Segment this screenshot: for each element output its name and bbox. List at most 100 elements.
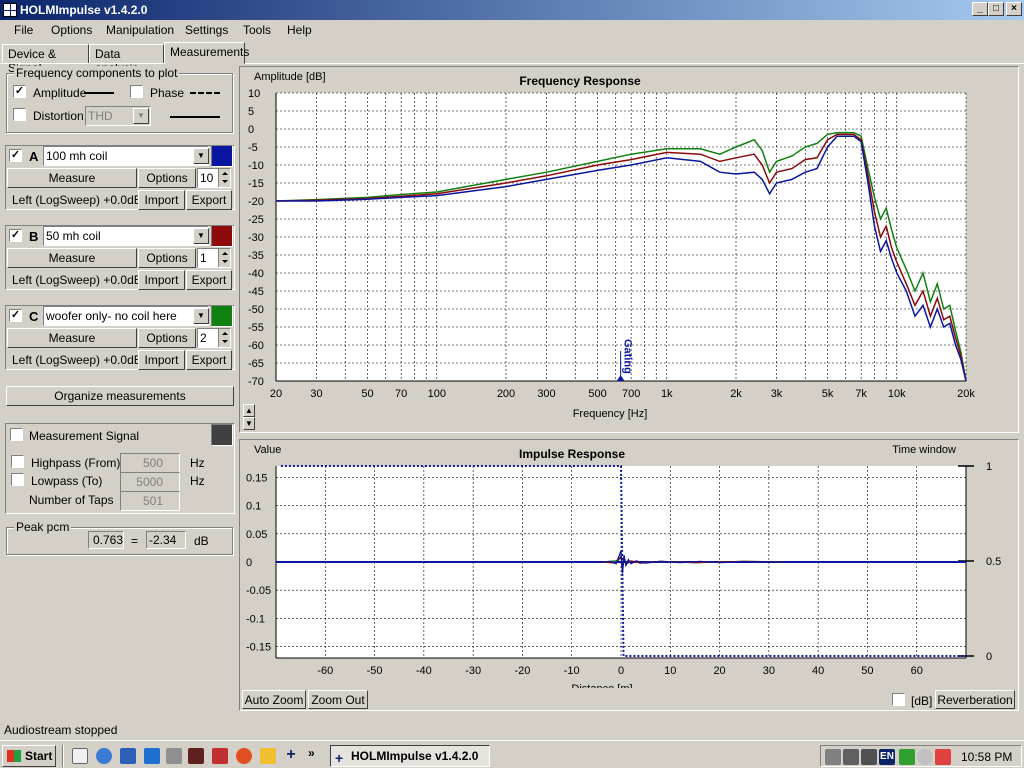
scroll-down-button[interactable]: ▼	[243, 417, 255, 430]
measure-button[interactable]: Measure	[7, 168, 137, 188]
menu-tools[interactable]: Tools	[243, 23, 271, 37]
reverberation-button[interactable]: Reverberation	[935, 690, 1015, 709]
average-count-input[interactable]: 2	[197, 328, 231, 348]
signal-checkbox[interactable]	[10, 428, 23, 441]
maximize-button[interactable]: □	[988, 2, 1004, 16]
x-tick-label: 3k	[771, 388, 783, 400]
word-icon[interactable]	[120, 748, 136, 764]
lowpass-checkbox[interactable]	[11, 473, 24, 486]
measure-button[interactable]: Measure	[7, 248, 137, 268]
clock-app-icon[interactable]	[260, 748, 276, 764]
import-button[interactable]: Import	[138, 270, 185, 290]
taps-input[interactable]: 501	[120, 491, 180, 511]
menu-options[interactable]: Options	[51, 23, 92, 37]
menu-help[interactable]: Help	[287, 23, 312, 37]
average-count-input[interactable]: 10	[197, 168, 231, 188]
tab-measurements[interactable]: Measurements	[164, 42, 249, 64]
y-tick-label: -10	[248, 160, 264, 172]
chevron-down-icon[interactable]: ▼	[193, 148, 209, 164]
scroll-up-button[interactable]: ▲	[243, 404, 255, 417]
measurement-name-input[interactable]: woofer only- no coil here	[43, 306, 209, 326]
highpass-input[interactable]: 500	[120, 453, 180, 473]
y-tick-label: 0.1	[246, 501, 261, 513]
app-a-icon[interactable]	[144, 748, 160, 764]
average-count: 2	[200, 331, 207, 345]
menu-file[interactable]: File	[14, 23, 33, 37]
measurement-a-checkbox[interactable]: ✓	[9, 149, 22, 162]
media-icon[interactable]	[188, 748, 204, 764]
update-icon[interactable]	[917, 749, 933, 765]
highpass-checkbox[interactable]	[11, 455, 24, 468]
menu-manipulation[interactable]: Manipulation	[106, 23, 174, 37]
x-tick-label: 10	[664, 665, 676, 677]
lowpass-input[interactable]: 5000	[120, 472, 180, 492]
organize-measurements-button[interactable]: Organize measurements	[6, 386, 234, 406]
taskbar-app-holmimpulse[interactable]: + HOLMImpulse v1.4.2.0	[330, 745, 490, 767]
network-icon[interactable]	[843, 749, 859, 765]
signal-color-swatch[interactable]	[211, 424, 233, 446]
tab-data-analysis[interactable]: Data analysis	[89, 44, 164, 75]
minimize-button[interactable]: _	[972, 2, 988, 16]
messenger-icon[interactable]	[899, 749, 915, 765]
holm-quick-icon[interactable]: +	[283, 747, 299, 764]
start-label: Start	[25, 749, 53, 763]
distortion-checkbox[interactable]	[13, 108, 26, 121]
x-tick-label: 300	[537, 388, 555, 400]
player-icon[interactable]	[212, 748, 228, 764]
average-count-input[interactable]: 1	[197, 248, 231, 268]
measurement-c-checkbox[interactable]: ✓	[9, 309, 22, 322]
db-checkbox[interactable]	[892, 693, 905, 706]
import-button[interactable]: Import	[138, 350, 185, 370]
audio-icon[interactable]	[166, 748, 182, 764]
x-tick-label: 100	[428, 388, 446, 400]
y-tick-label: 5	[248, 106, 254, 118]
more-chevron-icon[interactable]: »	[308, 746, 315, 760]
measurement-color-swatch[interactable]	[211, 305, 233, 327]
measurement-color-swatch[interactable]	[211, 225, 233, 247]
measurement-name-input[interactable]: 100 mh coil	[43, 146, 209, 166]
window-titlebar[interactable]: HOLMImpulse v1.4.2.0 _ □ ×	[0, 0, 1024, 20]
menu-settings[interactable]: Settings	[185, 23, 228, 37]
measurement-b-checkbox[interactable]: ✓	[9, 229, 22, 242]
options-button[interactable]: Options	[138, 248, 196, 268]
x-tick-label: 50	[861, 665, 873, 677]
frequency-chart[interactable]: 1050-5-10-15-20-25-30-35-40-45-50-55-60-…	[240, 67, 1018, 432]
impulse-chart[interactable]: 0.15 0.1 0.05 0 -0.05 -0.1 -0.15 -60 -50 -40 -30 -2…	[240, 440, 1018, 695]
measurement-name-input[interactable]: 50 mh coil	[43, 226, 209, 246]
peak-db-unit: dB	[194, 534, 209, 548]
chevron-down-icon[interactable]: ▼	[193, 308, 209, 324]
measurement-color-swatch[interactable]	[211, 145, 233, 167]
x-tick-label: 5k	[822, 388, 834, 400]
x-tick-label: 500	[588, 388, 606, 400]
zoom-out-button[interactable]: Zoom Out	[308, 690, 368, 709]
options-button[interactable]: Options	[138, 168, 196, 188]
amplitude-checkbox[interactable]: ✓	[13, 85, 26, 98]
spin-icon[interactable]	[218, 249, 230, 267]
desktop-icon[interactable]	[72, 748, 88, 764]
display-icon[interactable]	[861, 749, 877, 765]
measure-button[interactable]: Measure	[7, 328, 137, 348]
ie-icon[interactable]	[96, 748, 112, 764]
language-indicator[interactable]: EN	[879, 749, 895, 765]
chevron-down-icon[interactable]: ▼	[133, 108, 149, 124]
tab-device-signal[interactable]: Device & Signal	[2, 44, 89, 75]
export-button[interactable]: Export	[186, 190, 232, 210]
options-button[interactable]: Options	[138, 328, 196, 348]
x-tick-label: 40	[812, 665, 824, 677]
x-tick-label: -20	[514, 665, 530, 677]
chevron-down-icon[interactable]: ▼	[193, 228, 209, 244]
y-tick-label: 10	[248, 88, 260, 100]
spin-icon[interactable]	[218, 329, 230, 347]
import-button[interactable]: Import	[138, 190, 185, 210]
volume-icon[interactable]	[825, 749, 841, 765]
phase-checkbox[interactable]	[130, 85, 143, 98]
equals-sign: =	[131, 534, 139, 548]
close-button[interactable]: ×	[1006, 2, 1022, 16]
start-button[interactable]: Start	[2, 745, 56, 767]
export-button[interactable]: Export	[186, 350, 232, 370]
firefox-icon[interactable]	[236, 748, 252, 764]
security-icon[interactable]	[935, 749, 951, 765]
auto-zoom-button[interactable]: Auto Zoom	[242, 690, 306, 709]
export-button[interactable]: Export	[186, 270, 232, 290]
spin-icon[interactable]	[218, 169, 230, 187]
